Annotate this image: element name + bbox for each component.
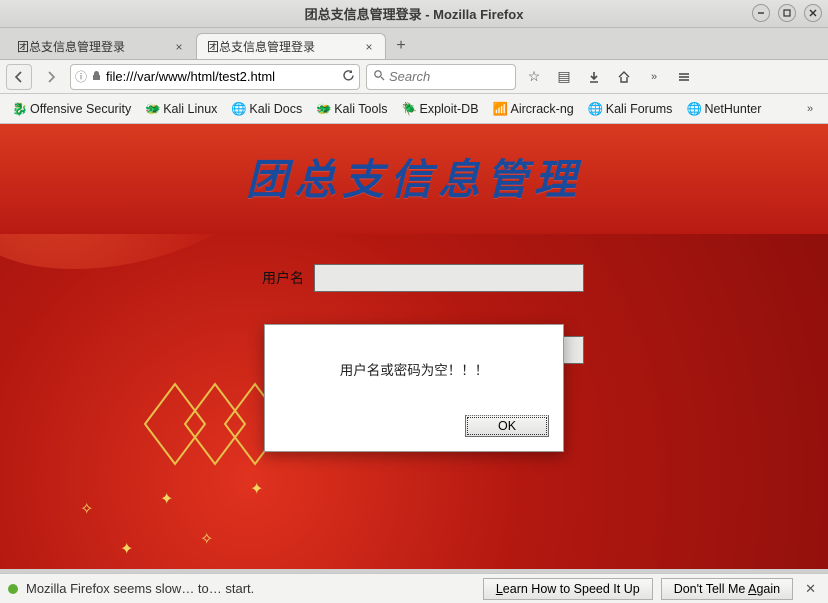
globe-icon: 🌐 [588,102,602,116]
bookmark-item[interactable]: 🪲 Exploit-DB [395,97,484,121]
nav-toolbar: ⓘ ☆ ▤ » [0,60,828,94]
alert-overlay: 用户名或密码为空！！！ OK [0,124,828,569]
bookmark-label: Exploit-DB [419,102,478,116]
browser-tab[interactable]: 团总支信息管理登录 × [6,33,196,59]
infobar-close-icon[interactable]: ✕ [801,581,820,597]
bookmark-label: Offensive Security [30,102,131,116]
bookmark-star-icon[interactable]: ☆ [522,65,546,89]
url-bar[interactable]: ⓘ [70,64,360,90]
bookmark-label: Kali Docs [249,102,302,116]
lock-icon [91,70,102,84]
bookmarks-overflow-button[interactable]: » [798,97,822,121]
learn-more-button[interactable]: Learn How to Speed It Up [483,578,653,600]
window-titlebar: 团总支信息管理登录 - Mozilla Firefox [0,0,828,28]
page-content: 团总支信息管理 ✦✦ ✧✦ ✧ 用户名 密码 登录 重置 用户名或密码为空！！！… [0,124,828,569]
dragon-icon: 🐉 [12,102,26,116]
bookmark-item[interactable]: 📶 Aircrack-ng [487,97,580,121]
window-maximize-button[interactable] [778,4,796,22]
reader-view-icon[interactable]: ▤ [552,65,576,89]
bookmark-item[interactable]: 🌐 NetHunter [680,97,767,121]
dragon-icon: 🐲 [316,102,330,116]
window-title: 团总支信息管理登录 - Mozilla Firefox [305,4,524,23]
bookmark-label: Kali Tools [334,102,387,116]
bug-icon: 🪲 [401,102,415,116]
reload-button[interactable] [342,69,355,85]
forward-button[interactable] [38,64,64,90]
search-bar[interactable] [366,64,516,90]
bookmark-item[interactable]: 🐲 Kali Tools [310,97,393,121]
new-tab-button[interactable]: + [390,35,412,57]
status-dot-icon [8,584,18,594]
bookmark-item[interactable]: 🌐 Kali Docs [225,97,308,121]
close-tab-icon[interactable]: × [363,41,375,53]
tab-label: 团总支信息管理登录 [207,38,315,55]
wifi-icon: 📶 [493,102,507,116]
back-button[interactable] [6,64,32,90]
alert-message: 用户名或密码为空！！！ [265,325,563,405]
globe-icon: 🌐 [686,102,700,116]
window-close-button[interactable] [804,4,822,22]
window-minimize-button[interactable] [752,4,770,22]
close-tab-icon[interactable]: × [173,41,185,53]
home-icon[interactable] [612,65,636,89]
bookmark-item[interactable]: 🐲 Kali Linux [139,97,223,121]
bookmark-label: Kali Forums [606,102,673,116]
overflow-toolbar-button[interactable]: » [642,65,666,89]
alert-ok-button[interactable]: OK [465,415,549,437]
alert-dialog: 用户名或密码为空！！！ OK [264,324,564,452]
browser-tab[interactable]: 团总支信息管理登录 × [196,33,386,59]
info-icon[interactable]: ⓘ [75,68,87,85]
url-input[interactable] [106,69,338,84]
infobar-message: Mozilla Firefox seems slow… to… start. [26,581,475,596]
tab-bar: 团总支信息管理登录 × 团总支信息管理登录 × + [0,28,828,60]
dismiss-button[interactable]: Don't Tell Me Again [661,578,793,600]
globe-icon: 🌐 [231,102,245,116]
bookmark-item[interactable]: 🐉 Offensive Security [6,97,137,121]
learn-label: earn How to Speed It Up [503,582,640,596]
dragon-icon: 🐲 [145,102,159,116]
bookmark-label: Kali Linux [163,102,217,116]
bookmark-label: NetHunter [704,102,761,116]
bookmark-item[interactable]: 🌐 Kali Forums [582,97,679,121]
bookmark-label: Aircrack-ng [511,102,574,116]
downloads-icon[interactable] [582,65,606,89]
search-icon [373,68,385,86]
slow-start-infobar: Mozilla Firefox seems slow… to… start. L… [0,573,828,603]
tab-label: 团总支信息管理登录 [17,38,125,55]
bookmarks-bar: 🐉 Offensive Security 🐲 Kali Linux 🌐 Kali Do… [0,94,828,124]
menu-button[interactable] [672,65,696,89]
